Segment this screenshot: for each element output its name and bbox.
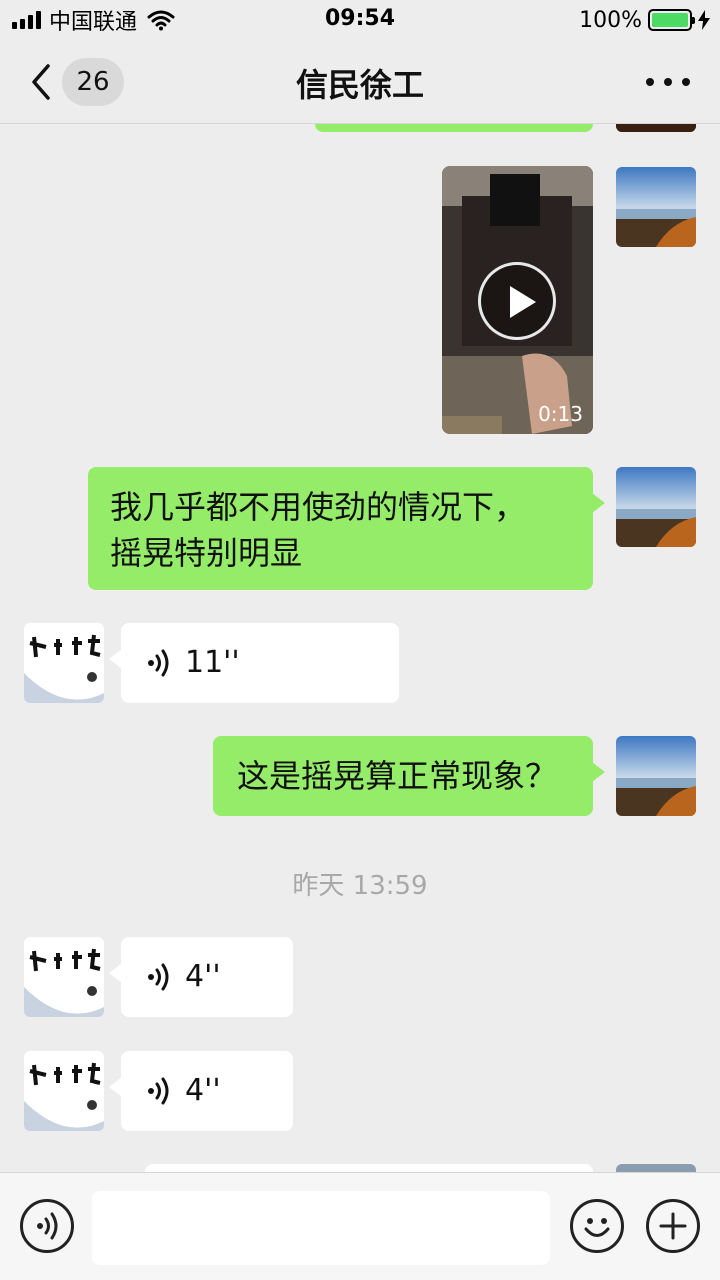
voice-duration: 4'' — [185, 959, 221, 994]
contact-avatar[interactable] — [24, 1051, 104, 1131]
chat-header: 26 信民徐工 — [0, 40, 720, 124]
battery-icon — [648, 9, 695, 31]
incoming-voice-message[interactable]: 4'' — [109, 937, 293, 1017]
charging-icon — [698, 10, 710, 30]
more-icon[interactable] — [646, 68, 690, 96]
incoming-voice-message[interactable]: 4'' — [109, 1051, 293, 1131]
battery-percentage: 100% — [579, 7, 642, 33]
video-duration: 0:13 — [538, 402, 583, 426]
status-bar-right: 100% — [579, 6, 710, 34]
message-timestamp: 昨天 13:59 — [292, 871, 428, 901]
voice-wave-icon — [148, 1077, 169, 1105]
voice-wave-icon — [148, 963, 169, 991]
message-bubble-partial[interactable] — [315, 124, 593, 132]
input-bar — [0, 1172, 720, 1280]
unread-count-badge[interactable]: 26 — [62, 58, 124, 106]
my-avatar[interactable] — [616, 1164, 696, 1172]
voice-duration: 4'' — [185, 1073, 221, 1108]
outgoing-text-message[interactable]: 我几乎都不用使劲的情况下， 摇晃特别明显 — [88, 467, 605, 590]
play-icon[interactable] — [478, 262, 556, 340]
battery-level — [652, 13, 688, 27]
outgoing-text-message[interactable]: 这是摇晃算正常现象？ — [213, 736, 605, 816]
message-text-line-2: 摇晃特别明显 — [110, 534, 303, 572]
message-text-line-1: 我几乎都不用使劲的情况下， — [110, 488, 527, 526]
my-avatar[interactable] — [616, 467, 696, 547]
voice-input-icon[interactable] — [20, 1199, 74, 1253]
back-icon[interactable] — [26, 62, 56, 102]
contact-avatar[interactable] — [24, 623, 104, 703]
incoming-voice-message[interactable]: 11'' — [109, 623, 399, 703]
emoji-icon[interactable] — [570, 1199, 624, 1253]
message-text: 这是摇晃算正常现象？ — [237, 757, 558, 795]
message-input[interactable] — [92, 1191, 550, 1265]
message-list[interactable]: 0:13 我几乎都不用使劲的情况下， 摇晃特别明显 11'' 这是摇晃算正常现象… — [0, 124, 720, 1172]
my-avatar[interactable] — [616, 124, 696, 132]
my-avatar[interactable] — [616, 167, 696, 247]
voice-duration: 11'' — [185, 645, 240, 680]
message-bubble-partial[interactable] — [145, 1164, 593, 1172]
video-message[interactable]: 0:13 — [442, 166, 593, 434]
contact-avatar[interactable] — [24, 937, 104, 1017]
my-avatar[interactable] — [616, 736, 696, 816]
plus-icon[interactable] — [646, 1199, 700, 1253]
status-bar: 中国联通 09:54 100% — [0, 0, 720, 40]
voice-wave-icon — [148, 649, 169, 677]
